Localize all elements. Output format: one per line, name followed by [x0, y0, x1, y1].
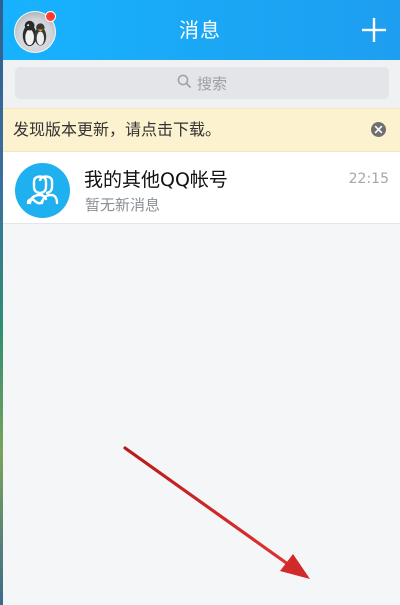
- conversation-time: 22:15: [348, 171, 389, 187]
- conversation-list: 我的其他QQ帐号 暂无新消息 22:15: [0, 152, 400, 224]
- list-item[interactable]: 我的其他QQ帐号 暂无新消息 22:15: [0, 152, 400, 224]
- search-input[interactable]: 搜索: [15, 67, 389, 99]
- window-left-edge: [0, 0, 3, 605]
- qq-accounts-icon: [15, 163, 70, 218]
- add-button[interactable]: [358, 14, 390, 46]
- update-banner-text[interactable]: 发现版本更新，请点击下载。: [13, 109, 221, 151]
- top-bar: 消息: [0, 0, 400, 60]
- search-placeholder: 搜索: [196, 74, 227, 93]
- conversation-preview: 暂无新消息: [85, 196, 161, 214]
- search-icon: [177, 74, 191, 92]
- update-banner[interactable]: 发现版本更新，请点击下载。: [0, 108, 400, 152]
- search-bar-container: 搜索: [0, 60, 400, 108]
- close-circle-icon[interactable]: [371, 122, 386, 137]
- conversation-title: 我的其他QQ帐号: [84, 169, 228, 191]
- page-title: 消息: [179, 18, 221, 42]
- plus-icon: [362, 18, 386, 42]
